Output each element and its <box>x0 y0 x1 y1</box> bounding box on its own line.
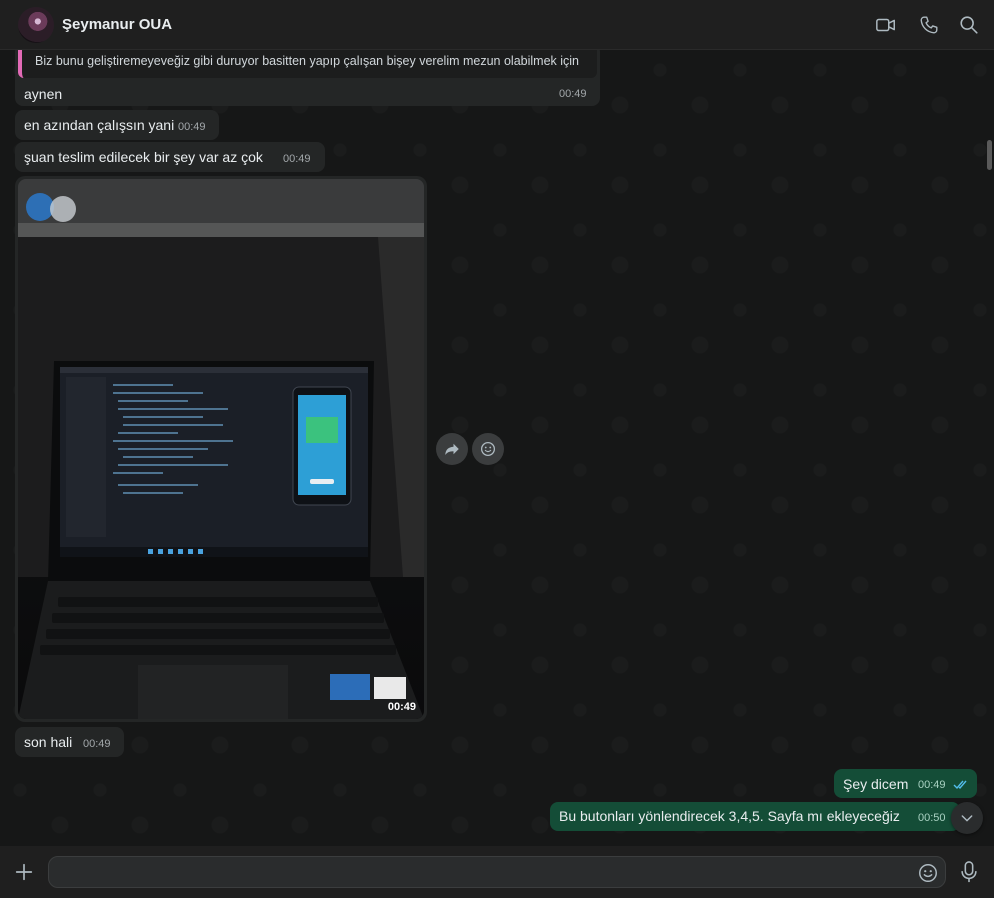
laptop-photo <box>18 179 424 719</box>
quoted-message-text: Biz bunu geliştiremeyeveğiz gibi duruyor… <box>35 54 580 68</box>
quoted-message[interactable]: Biz bunu geliştiremeyeveğiz gibi duruyor… <box>18 50 597 78</box>
forward-button[interactable] <box>436 433 468 465</box>
chat-header: Şeymanur OUA <box>0 0 994 50</box>
photo-message[interactable]: 00:49 <box>15 176 427 722</box>
video-camera-icon[interactable] <box>875 14 897 36</box>
microphone-icon[interactable] <box>958 860 980 884</box>
message-time: 00:49 <box>83 738 111 750</box>
message-text: Bu butonları yönlendirecek 3,4,5. Sayfa … <box>559 808 900 824</box>
forward-icon <box>445 443 459 455</box>
scroll-to-bottom-button[interactable] <box>951 802 983 834</box>
message-time: 00:49 <box>918 779 946 791</box>
message-bubble[interactable]: son hali 00:49 <box>15 727 124 757</box>
contact-name[interactable]: Şeymanur OUA <box>62 16 172 33</box>
message-bubble[interactable]: en azından çalışsın yani 00:49 <box>15 110 219 140</box>
message-text: aynen <box>24 86 63 102</box>
message-bubble[interactable]: Şey dicem 00:49 <box>834 769 977 798</box>
chat-area[interactable]: Biz bunu geliştiremeyeveğiz gibi duruyor… <box>0 50 994 846</box>
plus-icon[interactable] <box>13 861 35 883</box>
message-text: en azından çalışsın yani <box>24 117 175 133</box>
message-bubble[interactable]: Biz bunu geliştiremeyeveğiz gibi duruyor… <box>15 50 600 106</box>
message-text: şuan teslim edilecek bir şey var az çok <box>24 149 263 165</box>
react-button[interactable] <box>472 433 504 465</box>
emoji-icon <box>480 441 496 457</box>
avatar-icon[interactable] <box>18 7 54 43</box>
chevron-down-icon <box>961 815 973 822</box>
message-time: 00:50 <box>918 812 946 824</box>
message-time: 00:49 <box>283 153 311 165</box>
emoji-icon[interactable] <box>917 862 939 884</box>
message-text: son hali <box>24 734 73 750</box>
phone-icon[interactable] <box>918 14 940 36</box>
search-icon[interactable] <box>958 14 980 36</box>
message-time: 00:49 <box>178 121 206 133</box>
message-bubble[interactable]: şuan teslim edilecek bir şey var az çok … <box>15 142 325 172</box>
photo-image[interactable]: 00:49 <box>18 179 424 719</box>
chat-scrollbar[interactable] <box>987 140 992 170</box>
photo-time: 00:49 <box>387 701 416 713</box>
message-text: Şey dicem <box>843 776 909 792</box>
message-bubble[interactable]: Bu butonları yönlendirecek 3,4,5. Sayfa … <box>550 802 960 831</box>
message-input[interactable] <box>61 857 915 889</box>
message-input-box[interactable] <box>48 856 946 889</box>
message-time: 00:49 <box>559 88 587 100</box>
composer <box>0 846 994 898</box>
read-receipt-icon <box>953 780 967 790</box>
